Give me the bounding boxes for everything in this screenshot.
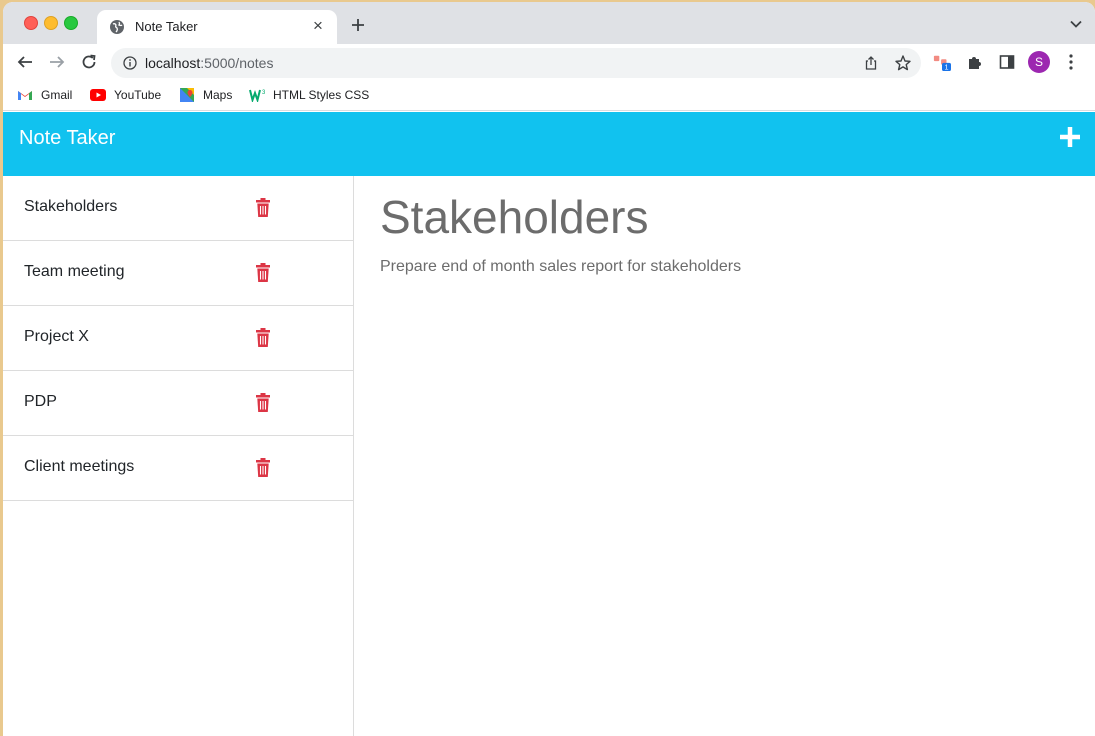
note-text-area[interactable]: Prepare end of month sales report for st… (380, 258, 741, 276)
bookmark-w3schools[interactable]: 3 HTML Styles CSS (249, 86, 369, 104)
bookmark-youtube[interactable]: YouTube (90, 86, 161, 104)
gmail-icon (18, 91, 32, 100)
plus-icon[interactable] (1059, 126, 1081, 148)
trash-icon[interactable] (255, 458, 271, 477)
note-title-input[interactable]: Stakeholders (380, 190, 649, 244)
close-tab-icon[interactable]: × (309, 17, 327, 35)
trash-icon[interactable] (255, 328, 271, 347)
minimize-window-button[interactable] (44, 16, 58, 30)
w3schools-icon: 3 (249, 89, 265, 102)
trash-icon[interactable] (255, 198, 271, 217)
list-item[interactable]: PDP (3, 371, 353, 436)
globe-icon (110, 20, 124, 34)
back-arrow-icon[interactable] (16, 53, 34, 71)
tab-strip: Note Taker × (3, 2, 1095, 44)
list-item[interactable]: Client meetings (3, 436, 353, 501)
svg-text:3: 3 (262, 90, 265, 96)
reload-icon[interactable] (80, 53, 98, 71)
more-menu-icon[interactable] (1063, 53, 1079, 71)
trash-icon[interactable] (255, 393, 271, 412)
bookmark-label: YouTube (114, 88, 162, 102)
url-host: localhost (145, 55, 201, 71)
bookmark-label: Gmail (41, 88, 73, 102)
note-list: Stakeholders Team meeting Project X PDP … (3, 176, 354, 736)
bookmark-label: HTML Styles CSS (273, 88, 370, 102)
browser-window: Note Taker × localhost:5000/notes 1 S Gm… (3, 2, 1095, 736)
trash-icon[interactable] (255, 263, 271, 282)
maximize-window-button[interactable] (64, 16, 78, 30)
forward-arrow-icon[interactable] (48, 53, 66, 71)
tab-title: Note Taker (135, 19, 198, 34)
note-title[interactable]: Team meeting (24, 263, 125, 281)
star-icon[interactable] (894, 54, 912, 72)
app-navbar: Note Taker (3, 112, 1095, 176)
note-title[interactable]: Client meetings (24, 458, 134, 476)
list-item[interactable]: Team meeting (3, 241, 353, 306)
url-text: localhost:5000/notes (145, 55, 273, 71)
list-item[interactable]: Project X (3, 306, 353, 371)
chevron-down-icon[interactable] (1069, 17, 1083, 31)
bookmark-maps[interactable]: Maps (179, 86, 232, 104)
app-brand[interactable]: Note Taker (19, 127, 115, 150)
close-window-button[interactable] (24, 16, 38, 30)
puzzle-icon[interactable] (966, 53, 984, 71)
browser-tab[interactable]: Note Taker × (97, 10, 337, 44)
bookmark-label: Maps (203, 88, 233, 102)
side-panel-icon[interactable] (998, 53, 1016, 71)
note-title[interactable]: Project X (24, 328, 89, 346)
share-icon[interactable] (863, 55, 879, 71)
extension-badge: 1 (945, 63, 949, 71)
bookmarks-bar: Gmail YouTube Maps 3 HTML Styles CSS (3, 80, 1095, 111)
note-title[interactable]: Stakeholders (24, 198, 117, 216)
bookmark-gmail[interactable]: Gmail (17, 86, 72, 104)
list-item[interactable]: Stakeholders (3, 176, 353, 241)
note-detail: Stakeholders Prepare end of month sales … (354, 176, 1095, 736)
new-tab-icon[interactable] (349, 16, 367, 34)
extension-icon[interactable]: 1 (933, 53, 951, 71)
profile-avatar[interactable]: S (1028, 51, 1050, 73)
address-bar[interactable]: localhost:5000/notes (111, 48, 921, 78)
note-title[interactable]: PDP (24, 393, 57, 411)
browser-toolbar: localhost:5000/notes 1 S (3, 44, 1095, 80)
url-path: :5000/notes (200, 55, 274, 71)
info-icon[interactable] (123, 56, 137, 70)
youtube-icon (90, 89, 106, 101)
maps-icon (180, 88, 194, 102)
